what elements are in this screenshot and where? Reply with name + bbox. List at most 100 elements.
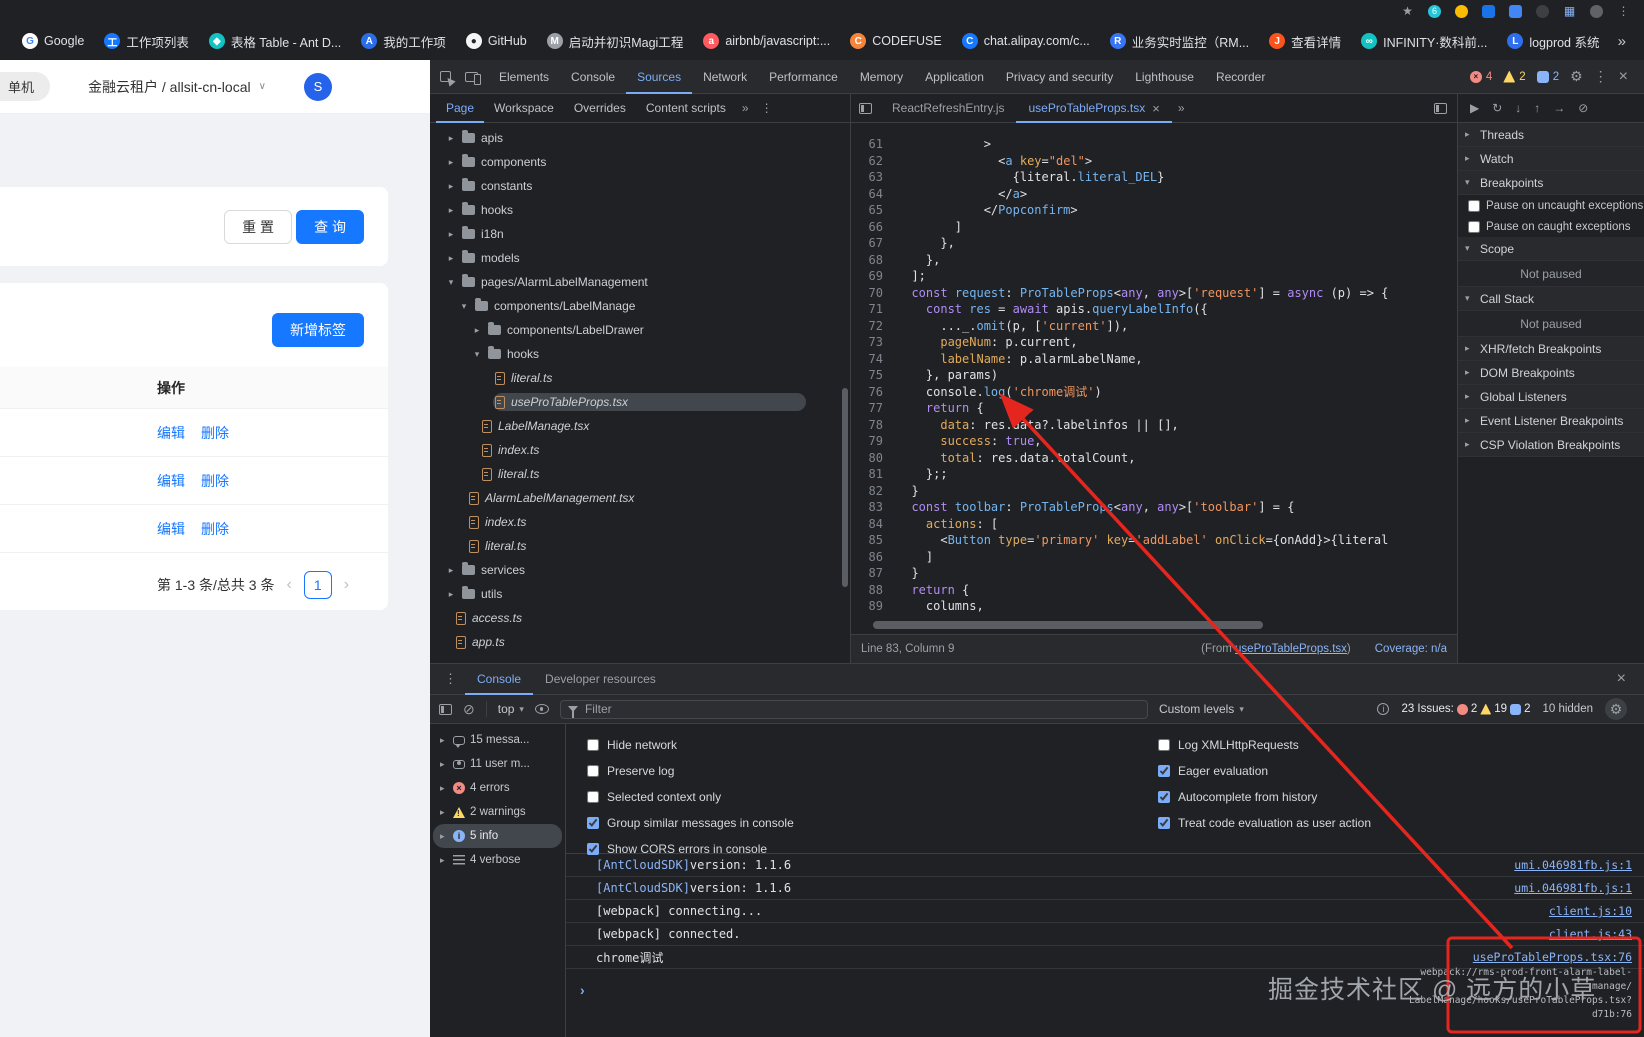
- editor-overflow-chevron-icon[interactable]: »: [1172, 101, 1191, 115]
- tree-item-components[interactable]: ▸ components: [430, 150, 850, 174]
- debugger-section-threads[interactable]: ▸ Threads: [1458, 123, 1644, 147]
- console-sidebar-toggle-icon[interactable]: [439, 703, 452, 715]
- row-action-link[interactable]: 编辑: [157, 519, 185, 539]
- chevron-right-icon[interactable]: ▸: [440, 831, 448, 842]
- line-number[interactable]: 71: [851, 301, 897, 318]
- checkbox-hide-network[interactable]: [587, 739, 599, 751]
- live-expression-eye-icon[interactable]: [534, 704, 549, 714]
- tree-item-access-ts[interactable]: access.ts: [430, 606, 850, 630]
- editor-hscrollbar[interactable]: [851, 620, 1457, 630]
- checkbox-log-xmlhttprequests[interactable]: [1158, 739, 1170, 751]
- tree-item-hooks[interactable]: ▾ hooks: [430, 342, 850, 366]
- debugger-section-scope[interactable]: ▾ Scope: [1458, 237, 1644, 261]
- context-selector[interactable]: top ▾: [498, 702, 524, 716]
- message-source-link[interactable]: client.js:43: [1549, 927, 1632, 941]
- navigator-tab-page[interactable]: Page: [436, 94, 484, 123]
- drawer-close-icon[interactable]: ×: [1617, 670, 1638, 688]
- debugger-section-watch[interactable]: ▸ Watch: [1458, 147, 1644, 171]
- tenant-selector[interactable]: 金融云租户 / allsit-cn-local: [88, 77, 251, 97]
- tree-item-hooks[interactable]: ▸ hooks: [430, 198, 850, 222]
- prev-page-icon[interactable]: ‹: [286, 576, 291, 594]
- checkbox-show-cors-errors-in-console[interactable]: [587, 843, 599, 855]
- line-number[interactable]: 61: [851, 136, 897, 153]
- query-button[interactable]: 查 询: [296, 210, 364, 244]
- warnings-badge[interactable]: 2: [1503, 70, 1526, 83]
- tree-item-pages-alarmlabelmanagement[interactable]: ▾ pages/AlarmLabelManagement: [430, 270, 850, 294]
- devtools-tab-recorder[interactable]: Recorder: [1205, 60, 1276, 94]
- chevron-down-icon[interactable]: ▾: [472, 349, 482, 360]
- checkbox-pause-on-uncaught-exceptions[interactable]: [1468, 199, 1480, 212]
- line-number[interactable]: 69: [851, 268, 897, 285]
- tree-item-alarmlabelmanagement-tsx[interactable]: AlarmLabelManagement.tsx: [430, 486, 850, 510]
- chevron-right-icon[interactable]: ▸: [446, 565, 456, 576]
- source-map-link[interactable]: useProTableProps.tsx: [1235, 643, 1347, 655]
- chevron-right-icon[interactable]: ▸: [440, 759, 448, 770]
- devtools-tab-sources[interactable]: Sources: [626, 60, 692, 94]
- tree-item-services[interactable]: ▸ services: [430, 558, 850, 582]
- inspect-element-icon[interactable]: [440, 71, 451, 82]
- devtools-tab-network[interactable]: Network: [692, 60, 758, 94]
- tab-developer-resources[interactable]: Developer resources: [533, 664, 668, 695]
- chevron-right-icon[interactable]: ▸: [446, 157, 456, 168]
- debugger-section-breakpoints[interactable]: ▾ Breakpoints: [1458, 171, 1644, 195]
- debugger-section-dom-breakpoints[interactable]: ▸ DOM Breakpoints: [1458, 361, 1644, 385]
- chevron-down-icon[interactable]: ▾: [459, 301, 469, 312]
- bookmark-item[interactable]: ● GitHub: [458, 30, 535, 52]
- editor-tab-useprotableprops-tsx[interactable]: useProTableProps.tsx ×: [1016, 94, 1171, 123]
- devtools-tab-elements[interactable]: Elements: [488, 60, 560, 94]
- line-number[interactable]: 72: [851, 318, 897, 335]
- checkbox-group-similar-messages-in-console[interactable]: [587, 817, 599, 829]
- step-into-icon[interactable]: ↓: [1515, 101, 1521, 115]
- debugger-section-global-listeners[interactable]: ▸ Global Listeners: [1458, 385, 1644, 409]
- devtools-tab-privacy-and-security[interactable]: Privacy and security: [995, 60, 1124, 94]
- step-over-icon[interactable]: ↻: [1492, 101, 1502, 115]
- tree-item-models[interactable]: ▸ models: [430, 246, 850, 270]
- device-toolbar-icon[interactable]: [465, 71, 481, 85]
- console-setting-eager-evaluation[interactable]: Eager evaluation: [1158, 758, 1371, 784]
- line-number[interactable]: 82: [851, 483, 897, 500]
- bookmark-item[interactable]: J 查看详情: [1261, 29, 1349, 54]
- line-number[interactable]: 88: [851, 582, 897, 599]
- chevron-right-icon[interactable]: ▸: [446, 253, 456, 264]
- bookmark-item[interactable]: Cchat.alipay.com/c...: [954, 30, 1098, 52]
- message-source-link[interactable]: umi.046981fb.js:1: [1514, 858, 1632, 872]
- console-filter-4-verbose[interactable]: ▸ 4 verbose: [433, 848, 562, 872]
- devtools-menu-kebab-icon[interactable]: ⋮: [1594, 68, 1608, 85]
- chevron-right-icon[interactable]: ▸: [440, 735, 448, 746]
- line-number[interactable]: 63: [851, 169, 897, 186]
- bookmark-item[interactable]: ◆ 表格 Table - Ant D...: [201, 29, 349, 54]
- checkbox-eager-evaluation[interactable]: [1158, 765, 1170, 777]
- bookmarks-overflow-chevron-icon[interactable]: »: [1618, 33, 1626, 50]
- extension-icon-dark[interactable]: [1536, 4, 1549, 18]
- drawer-menu-kebab-icon[interactable]: ⋮: [436, 671, 465, 687]
- tree-item-i18n[interactable]: ▸ i18n: [430, 222, 850, 246]
- devtools-close-icon[interactable]: ×: [1619, 68, 1628, 86]
- line-number[interactable]: 62: [851, 153, 897, 170]
- bookmark-item[interactable]: M 启动并初识Magi工程: [539, 29, 692, 54]
- line-number[interactable]: 80: [851, 450, 897, 467]
- apps-grid-icon[interactable]: ▦: [1563, 4, 1576, 18]
- chevron-right-icon[interactable]: ▸: [440, 783, 448, 794]
- bookmark-item[interactable]: a airbnb/javascript:...: [695, 30, 838, 52]
- user-avatar[interactable]: S: [303, 72, 332, 101]
- toggle-debugger-sidebar-icon[interactable]: [1434, 102, 1447, 114]
- tree-item-labelmanage-tsx[interactable]: LabelManage.tsx: [430, 414, 850, 438]
- line-number[interactable]: 66: [851, 219, 897, 236]
- chevron-right-icon[interactable]: ▸: [446, 133, 456, 144]
- console-setting-selected-context-only[interactable]: Selected context only: [587, 784, 794, 810]
- checkbox-selected-context-only[interactable]: [587, 791, 599, 803]
- tree-item-literal-ts[interactable]: literal.ts: [430, 534, 850, 558]
- reset-button[interactable]: 重 置: [224, 210, 292, 244]
- line-number[interactable]: 76: [851, 384, 897, 401]
- tab-close-icon[interactable]: ×: [1152, 94, 1160, 123]
- devtools-tab-application[interactable]: Application: [914, 60, 995, 94]
- checkbox-autocomplete-from-history[interactable]: [1158, 791, 1170, 803]
- chevron-right-icon[interactable]: ▸: [440, 807, 448, 818]
- chevron-down-icon[interactable]: ▾: [446, 277, 456, 288]
- bookmark-item[interactable]: C CODEFUSE: [842, 30, 949, 52]
- bookmark-item[interactable]: G Google: [14, 30, 92, 52]
- settings-gear-icon[interactable]: ⚙: [1570, 68, 1583, 85]
- line-number[interactable]: 77: [851, 400, 897, 417]
- console-filter-4-errors[interactable]: ▸ 4 errors: [433, 776, 562, 800]
- console-filter-15-messa[interactable]: ▸ 15 messa...: [433, 728, 562, 752]
